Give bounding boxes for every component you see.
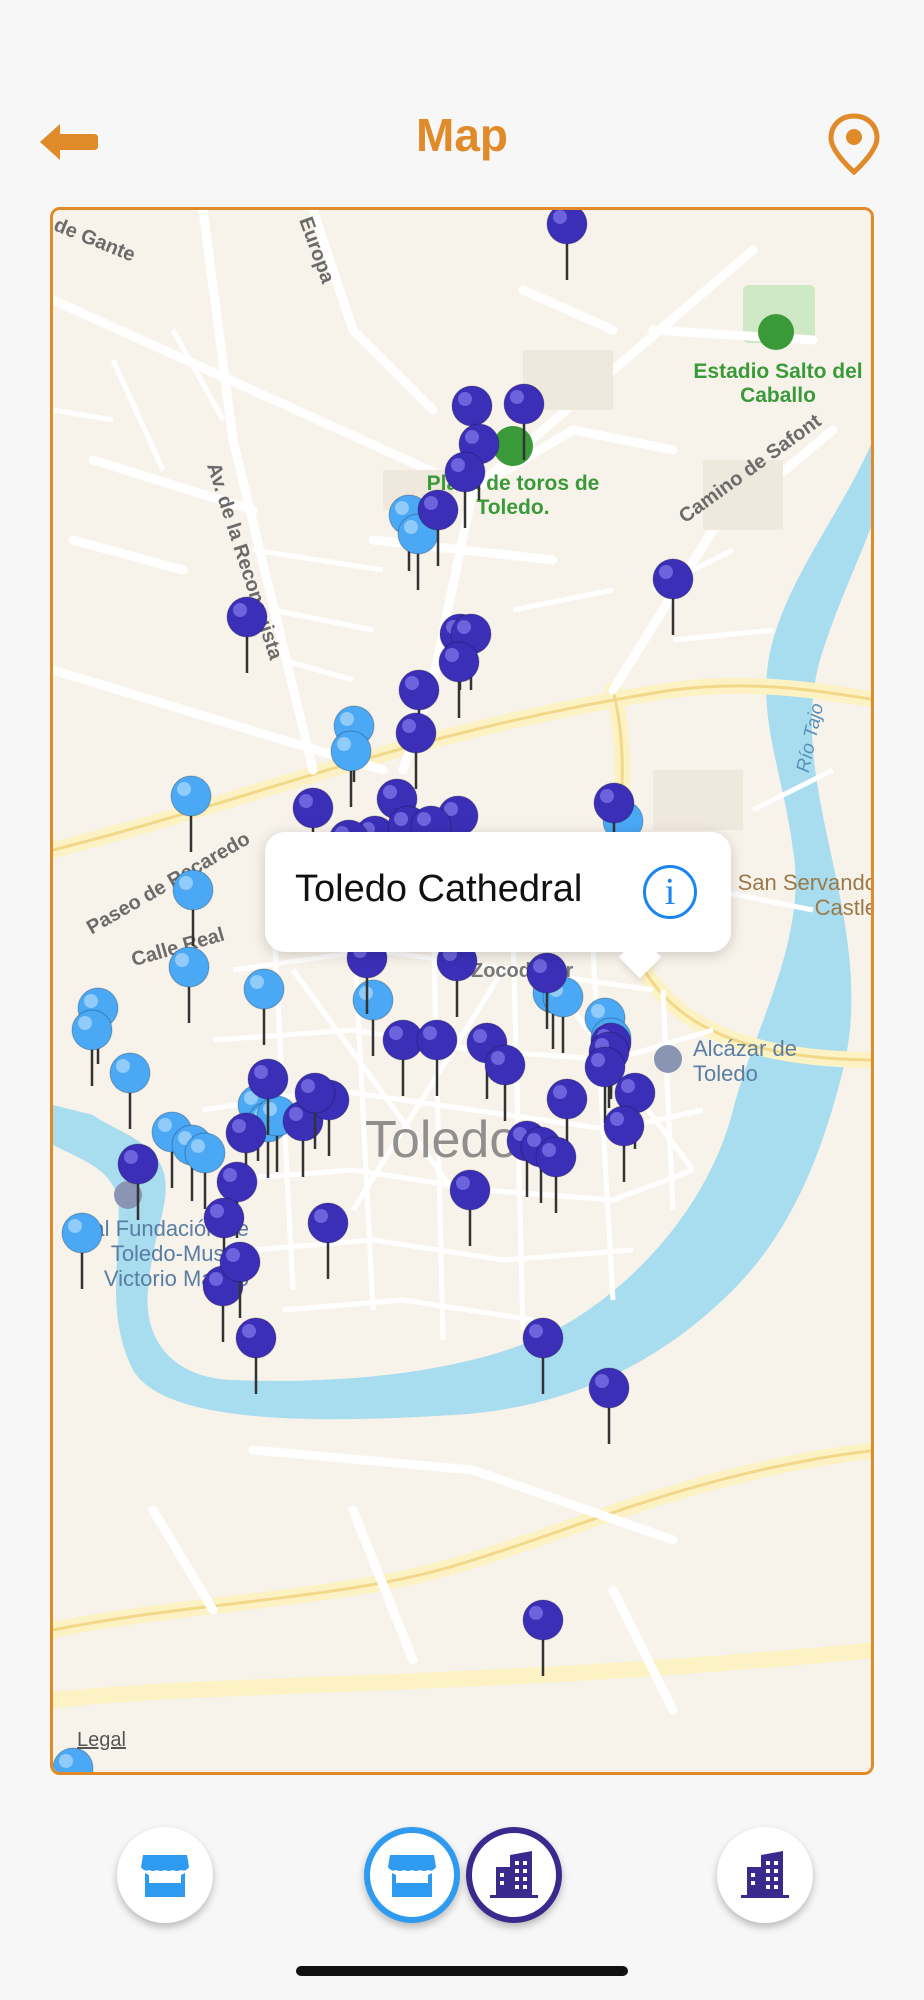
map-screen: Map Estadio Salto del Caballo Plaza de t…	[0, 0, 924, 2000]
map-pin-dark[interactable]	[244, 1057, 292, 1137]
map-pin-dark[interactable]	[114, 1142, 162, 1222]
map-view[interactable]: Estadio Salto del Caballo Plaza de toros…	[50, 207, 874, 1775]
shops-filter-button[interactable]	[117, 1827, 213, 1923]
map-pin-icon	[828, 113, 880, 176]
map-pin-light[interactable]	[240, 967, 288, 1047]
map-pin-light[interactable]	[106, 1051, 154, 1131]
map-pin-dark[interactable]	[532, 1135, 580, 1215]
map-pin-dark[interactable]	[585, 1366, 633, 1446]
location-pin-button[interactable]	[826, 112, 882, 176]
map-pin-dark[interactable]	[413, 1018, 461, 1098]
map-pin-dark[interactable]	[216, 1240, 264, 1320]
store-icon	[141, 1855, 189, 1897]
buildings-active-button[interactable]	[466, 1827, 562, 1923]
shops-active-button[interactable]	[364, 1827, 460, 1923]
map-pin-dark[interactable]	[600, 1104, 648, 1184]
map-pin-dark[interactable]	[304, 1201, 352, 1281]
alcazar-label: Alcázar de Toledo	[693, 1036, 797, 1086]
building-icon	[490, 1851, 538, 1898]
legal-link[interactable]: Legal	[77, 1729, 126, 1752]
map-pin-dark[interactable]	[519, 1316, 567, 1396]
store-icon	[388, 1855, 436, 1897]
map-pin-light[interactable]	[167, 774, 215, 854]
page-title: Map	[416, 109, 508, 161]
map-pin-dark[interactable]	[481, 1043, 529, 1123]
map-pin-dark[interactable]	[414, 488, 462, 568]
map-pin-light[interactable]	[58, 1211, 106, 1291]
navigation-header: Map	[0, 90, 924, 190]
buildings-filter-button[interactable]	[717, 1827, 813, 1923]
map-pin-dark[interactable]	[446, 1168, 494, 1248]
callout-title: Toledo Cathedral	[295, 868, 583, 910]
stadium-label: Estadio Salto del Caballo	[693, 360, 863, 407]
map-pin-dark[interactable]	[500, 382, 548, 462]
place-callout[interactable]: Toledo Cathedral i	[265, 832, 731, 979]
san-servando-label: San Servando Castle	[737, 870, 874, 920]
map-pin-dark[interactable]	[232, 1316, 280, 1396]
map-pin-light[interactable]	[165, 945, 213, 1025]
map-pin-dark[interactable]	[519, 1598, 567, 1678]
map-pin-dark[interactable]	[223, 595, 271, 675]
home-indicator	[296, 1966, 628, 1976]
map-pin-light[interactable]	[169, 868, 217, 948]
map-pin-dark[interactable]	[543, 207, 591, 282]
map-pin-dark[interactable]	[649, 557, 697, 637]
map-pin-dark[interactable]	[523, 951, 571, 1031]
info-icon[interactable]: i	[643, 865, 697, 919]
map-pin-dark[interactable]	[291, 1071, 339, 1151]
building-icon	[741, 1851, 789, 1898]
